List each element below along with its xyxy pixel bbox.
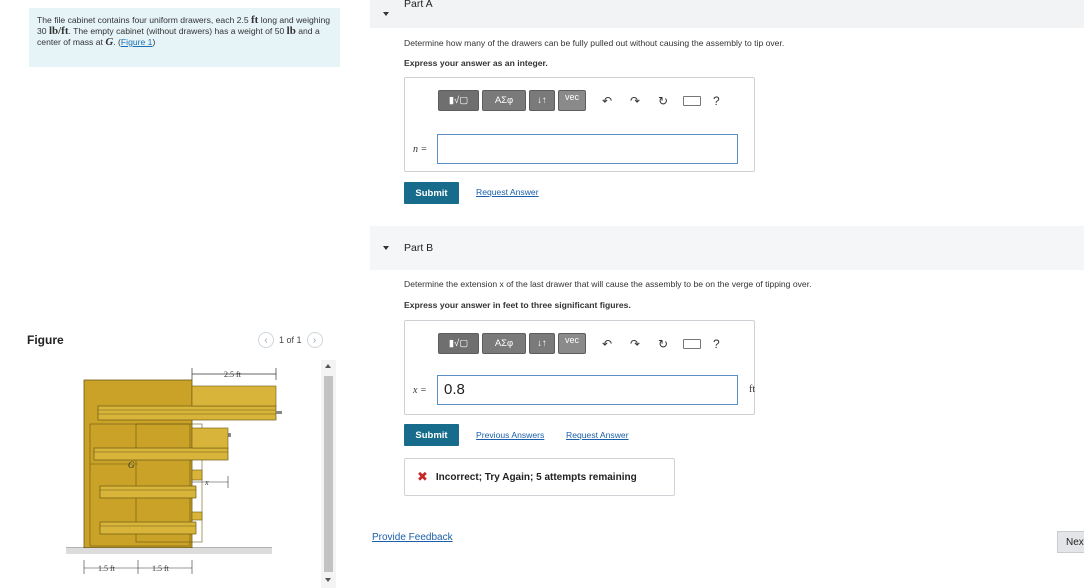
part-b-var: x = [413, 385, 427, 396]
templates-button[interactable]: ▮√▢ [438, 90, 479, 111]
scroll-down-icon[interactable] [325, 578, 331, 582]
redo-icon[interactable]: ↷ [625, 91, 645, 111]
undo-icon[interactable]: ↶ [597, 91, 617, 111]
reset-icon[interactable]: ↻ [653, 334, 673, 354]
part-a-format: Express your answer as an integer. [404, 58, 548, 68]
part-b-format: Express your answer in feet to three sig… [404, 300, 631, 310]
part-a-answer-box: ▮√▢ ΑΣφ ↓↑ vec ↶ ↷ ↻ ? n = [404, 77, 755, 172]
provide-feedback-link[interactable]: Provide Feedback [372, 532, 453, 543]
keyboard-icon[interactable] [683, 338, 701, 349]
pager-count: 1 of 1 [279, 335, 302, 345]
greek-button[interactable]: ΑΣφ [482, 90, 526, 111]
label-bottom-right: 1.5 ft [152, 564, 170, 573]
keyboard-icon[interactable] [683, 95, 701, 106]
label-bottom-left: 1.5 ft [98, 564, 116, 573]
arrows-button[interactable]: ↓↑ [529, 90, 555, 111]
part-b-unit: ft [749, 384, 756, 395]
problem-statement: The file cabinet contains four uniform d… [29, 8, 340, 67]
part-b-toolbar: ▮√▢ ΑΣφ ↓↑ vec ↶ ↷ ↻ ? [438, 333, 720, 354]
figure-link[interactable]: Figure 1 [121, 37, 153, 47]
scroll-up-icon[interactable] [325, 364, 331, 368]
figure-title: Figure [27, 333, 64, 347]
part-b-input[interactable]: 0.8 [437, 375, 738, 405]
part-a-toolbar: ▮√▢ ΑΣφ ↓↑ vec ↶ ↷ ↻ ? [438, 90, 720, 111]
part-b-feedback: ✖ Incorrect; Try Again; 5 attempts remai… [404, 458, 675, 496]
help-icon[interactable]: ? [713, 337, 720, 351]
label-x: x [204, 478, 209, 487]
drawer-2 [93, 447, 229, 461]
reset-icon[interactable]: ↻ [653, 91, 673, 111]
part-a-input[interactable] [437, 134, 738, 164]
vec-button[interactable]: vec [558, 90, 586, 111]
scroll-thumb[interactable] [324, 376, 333, 572]
undo-icon[interactable]: ↶ [597, 334, 617, 354]
greek-button[interactable]: ΑΣφ [482, 333, 526, 354]
part-a-submit-button[interactable]: Submit [404, 182, 459, 204]
part-b-answer-box: ▮√▢ ΑΣφ ↓↑ vec ↶ ↷ ↻ ? x = 0.8 ft [404, 320, 755, 415]
drawer-1 [97, 405, 277, 421]
drawer-4 [99, 521, 197, 535]
caret-down-icon [383, 12, 389, 16]
part-a-prompt: Determine how many of the drawers can be… [404, 38, 785, 48]
caret-down-icon [383, 246, 389, 250]
part-b-header[interactable]: Part B [370, 226, 1084, 270]
part-a-header[interactable]: Part A [370, 0, 1084, 28]
part-a-var: n = [413, 144, 428, 155]
part-b-prompt: Determine the extension x of the last dr… [404, 279, 812, 289]
part-b-submit-button[interactable]: Submit [404, 424, 459, 446]
label-g: G [128, 460, 135, 470]
part-a-request-answer[interactable]: Request Answer [476, 187, 539, 197]
vec-button[interactable]: vec [558, 333, 586, 354]
help-icon[interactable]: ? [713, 94, 720, 108]
drawer-3 [99, 485, 197, 499]
file-cabinet-figure: 2.5 ft G x 1.5 ft 1.5 ft [66, 368, 282, 574]
feedback-text: Incorrect; Try Again; 5 attempts remaini… [435, 471, 637, 483]
chevron-right-icon[interactable]: › [306, 332, 323, 348]
templates-button[interactable]: ▮√▢ [438, 333, 479, 354]
label-top-dim: 2.5 ft [224, 370, 242, 379]
figure-scrollbar[interactable] [321, 360, 336, 588]
incorrect-x-icon: ✖ [417, 469, 428, 484]
next-button[interactable]: Next [1057, 531, 1084, 553]
redo-icon[interactable]: ↷ [625, 334, 645, 354]
chevron-left-icon[interactable]: ‹ [258, 332, 274, 348]
part-b-previous-answers[interactable]: Previous Answers [476, 430, 544, 440]
arrows-button[interactable]: ↓↑ [529, 333, 555, 354]
figure-pager: ‹ 1 of 1 › [258, 332, 323, 348]
part-b-request-answer[interactable]: Request Answer [566, 430, 629, 440]
